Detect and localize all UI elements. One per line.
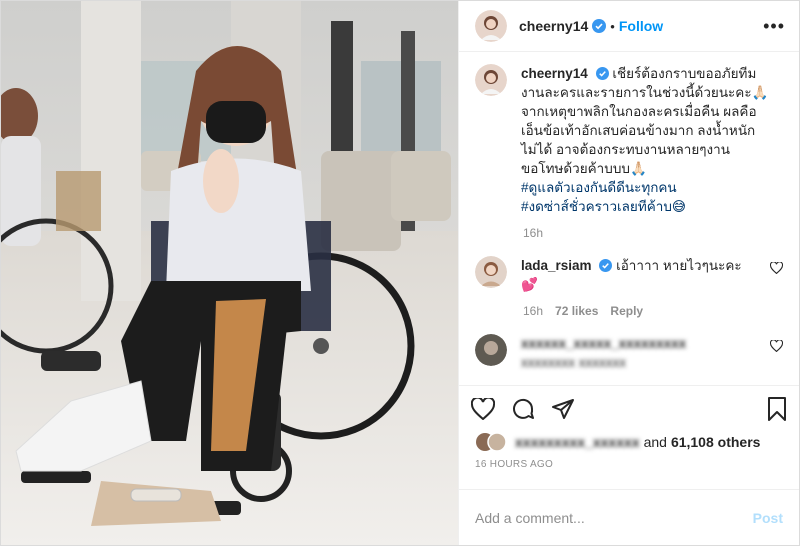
likes-summary: xxxxxxxxx_xxxxxx and 61,108 others — [459, 431, 799, 453]
comment-meta: 16h 72 likes Reply — [523, 304, 783, 318]
heart-icon[interactable] — [770, 340, 783, 352]
separator-dot: • — [610, 18, 615, 34]
bookmark-icon[interactable] — [767, 396, 787, 421]
post-photo[interactable] — [1, 1, 458, 545]
comment-author-blurred[interactable]: xxxxxx_xxxxx_xxxxxxxxx — [521, 336, 686, 351]
post-side-panel: cheerny14 • Follow ••• cheerny14 เชียร์ต… — [458, 1, 799, 545]
comment-emoji: 💕 — [521, 277, 538, 292]
author-avatar[interactable] — [475, 10, 507, 42]
comment-row: lada_rsiam เอ้าาาา หายไวๆนะคะ 💕 — [475, 256, 783, 294]
liker-avatars — [475, 432, 511, 452]
caption: cheerny14 เชียร์ต้องกราบขออภัยทีม งานละค… — [475, 64, 783, 216]
likes-and: and — [643, 434, 667, 450]
comment-author[interactable]: lada_rsiam — [521, 258, 592, 273]
comment-likes[interactable]: 72 likes — [555, 304, 598, 318]
comment-time[interactable]: 16h — [523, 304, 543, 318]
reply-button[interactable]: Reply — [610, 304, 643, 318]
commenter-avatar[interactable] — [475, 256, 507, 288]
comment-input[interactable] — [475, 509, 753, 526]
post-image — [1, 1, 458, 545]
caption-line: ไม่ได้ อาจต้องกระทบงานหลายๆงาน — [521, 142, 730, 157]
post-timestamp[interactable]: 16 HOURS AGO — [459, 453, 799, 489]
instagram-post-window: cheerny14 • Follow ••• cheerny14 เชียร์ต… — [0, 0, 800, 546]
verified-badge-icon — [595, 67, 609, 80]
comment-row: xxxxxx_xxxxx_xxxxxxxxx xxxxxxxx xxxxxxx — [475, 334, 783, 372]
comment-body-blurred: xxxxxxxx xxxxxxx — [521, 355, 627, 370]
caption-meta: 16h — [523, 226, 783, 240]
hashtag-link[interactable]: #ดูแลตัวเองกันดีดีนะทุกคน — [521, 178, 771, 197]
verified-badge-icon — [592, 19, 607, 33]
caption-line: เชียร์ต้องกราบขออภัยทีม — [612, 66, 757, 81]
post-header: cheerny14 • Follow ••• — [459, 1, 799, 52]
follow-button[interactable]: Follow — [619, 18, 663, 34]
comments-list[interactable]: cheerny14 เชียร์ต้องกราบขออภัยทีม งานละค… — [459, 52, 799, 385]
likes-count[interactable]: 61,108 others — [671, 434, 761, 450]
caption-line: ขอโทษด้วยค้าบบบ🙏🏻 — [521, 161, 647, 176]
add-comment-bar: Post — [459, 489, 799, 545]
caption-line: จากเหตุขาพลิกในกองละครเมื่อคืน ผลคือ — [521, 104, 757, 119]
comment-text: xxxxxx_xxxxx_xxxxxxxxx xxxxxxxx xxxxxxx — [521, 334, 751, 372]
commenter-avatar[interactable] — [475, 334, 507, 366]
heart-icon[interactable] — [770, 262, 783, 274]
caption-avatar[interactable] — [475, 64, 507, 96]
comment-text: lada_rsiam เอ้าาาา หายไวๆนะคะ 💕 — [521, 256, 751, 294]
caption-time[interactable]: 16h — [523, 226, 543, 240]
caption-line: เอ็นข้อเท้าอักเสบค่อนข้างมาก ลงน้ำหนัก — [521, 123, 756, 138]
comment-body: เอ้าาาา หายไวๆนะคะ — [616, 258, 742, 273]
post-actions — [459, 385, 799, 431]
caption-text: cheerny14 เชียร์ต้องกราบขออภัยทีม งานละค… — [521, 64, 771, 216]
heart-icon[interactable] — [471, 397, 495, 420]
caption-line: งานละครและรายการในช่วงนี้ด้วยนะคะ🙏🏻 — [521, 85, 769, 100]
author-username[interactable]: cheerny14 — [519, 18, 588, 34]
liker-name-blurred[interactable]: xxxxxxxxx_xxxxxx — [515, 434, 640, 450]
share-icon[interactable] — [551, 398, 575, 420]
comment-icon[interactable] — [511, 397, 535, 421]
caption-author[interactable]: cheerny14 — [521, 66, 588, 81]
post-comment-button[interactable]: Post — [753, 510, 783, 526]
verified-badge-icon — [599, 259, 613, 272]
more-icon[interactable]: ••• — [763, 16, 785, 37]
hashtag-link[interactable]: #งดซ่าส์ชั่วคราวเลยทีค้าบ😅 — [521, 197, 771, 216]
